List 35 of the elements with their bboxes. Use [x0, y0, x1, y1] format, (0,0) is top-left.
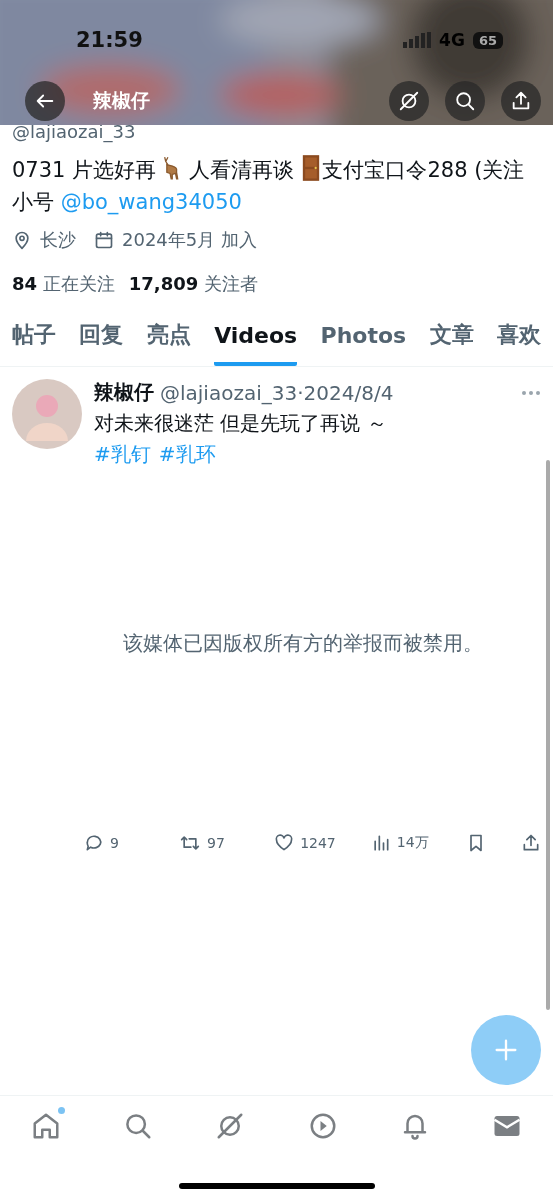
status-time: 21:59 [76, 28, 143, 52]
network-label: 4G [439, 30, 465, 50]
search-icon [454, 90, 476, 112]
calendar-icon [94, 230, 114, 250]
repost-button[interactable]: 97 [179, 833, 240, 853]
profile-handle: @lajiaozai_33 [11, 121, 137, 142]
profile-tab[interactable]: Videos [214, 312, 298, 366]
header-title: 辣椒仔 [93, 88, 151, 113]
author-name: 辣椒仔 [94, 379, 154, 406]
location-text: 长沙 [40, 228, 76, 252]
profile-bio: 0731 片选好再 人看清再谈 支付宝口令288 (关注小号 @bo_wang34050 [12, 154, 541, 218]
slashed-circle-icon[interactable] [398, 90, 420, 112]
profile-tab[interactable]: 亮点 [146, 312, 191, 366]
profile-tab[interactable]: Photos [320, 312, 407, 366]
comment-icon [84, 833, 104, 853]
views-button[interactable]: 14万 [370, 833, 431, 853]
avatar [12, 379, 82, 449]
repost-icon [179, 833, 202, 853]
heart-icon [274, 833, 295, 853]
location-pin-icon [12, 230, 32, 250]
share-icon [510, 90, 532, 112]
following-count[interactable]: 84 正在关注 [12, 272, 115, 296]
post-text: 对未来很迷茫 但是先玩了再说 ～ [94, 410, 388, 437]
profile-tab[interactable]: 帖子 [12, 312, 56, 366]
profile-tab[interactable]: 喜欢 [496, 312, 541, 366]
author-handle: @lajiaozai_33·2024/8/4 [160, 380, 395, 405]
join-date: 2024年5月 加入 [122, 228, 257, 252]
signal-icon [403, 32, 432, 48]
profile-tab[interactable]: 回复 [79, 312, 124, 366]
followers-count[interactable]: 17,809 关注者 [128, 272, 258, 296]
more-icon[interactable] [521, 389, 541, 396]
like-button[interactable]: 1247 [274, 833, 336, 853]
profile-tab[interactable]: 文章 [429, 312, 474, 366]
reply-button[interactable]: 9 [84, 833, 144, 853]
media-disabled-notice: 该媒体已因版权所有方的举报而被禁用。 [122, 630, 484, 657]
